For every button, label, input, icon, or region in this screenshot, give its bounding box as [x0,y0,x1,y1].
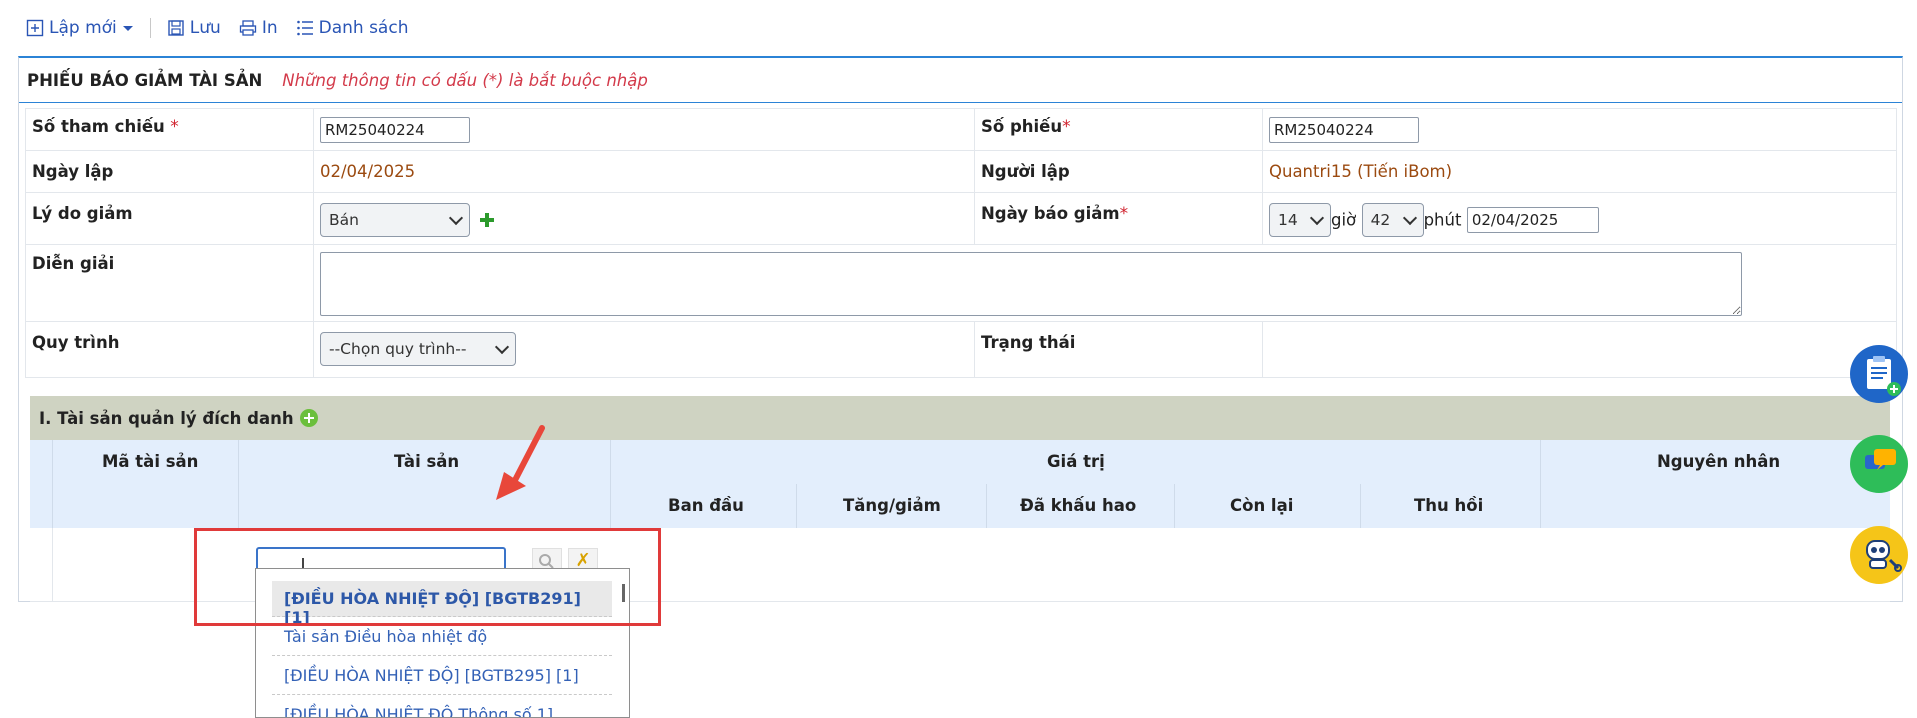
print-label: In [261,18,278,38]
col-asset-code: Mã tài sản [102,452,199,471]
required-mark: * [170,117,179,137]
col-recovered: Thu hồi [1414,496,1484,515]
add-reason-icon[interactable] [479,212,495,228]
annotation-arrow-icon [496,425,545,500]
new-document-fab[interactable] [1850,345,1908,403]
creator-value: Quantri15 (Tiến iBom) [1269,162,1453,181]
section-title: I. Tài sản quản lý đích danh [39,408,294,428]
col-remaining: Còn lại [1230,496,1294,515]
col-divider [238,440,239,528]
created-date-label: Ngày lập [32,162,114,181]
description-label: Diễn giải [32,254,115,273]
hour-value: 14 [1278,211,1298,229]
hour-select[interactable]: 14 [1269,203,1331,237]
save-icon [168,20,184,36]
dropdown-item[interactable]: [ĐIỀU HÒA NHIỆT ĐỘ] [BGTB295] [1] [272,659,612,695]
required-note: Những thông tin có dấu (*) là bắt buộc n… [282,70,648,90]
toolbar: Lập mới Lưu In Danh sách [26,14,426,42]
voucher-input[interactable] [1269,117,1419,143]
list-button[interactable]: Danh sách [296,18,409,38]
ref-label: Số tham chiếu [32,117,165,136]
form-title: PHIẾU BÁO GIẢM TÀI SẢN [27,70,263,90]
caret-down-icon [122,26,133,31]
col-change: Tăng/giảm [843,496,941,515]
required-mark: * [1062,117,1071,137]
list-icon [296,20,313,36]
plus-square-icon [26,19,44,37]
col-value: Giá trị [1047,452,1105,471]
col-reason: Nguyên nhân [1657,452,1781,471]
printer-icon [239,20,256,36]
report-date-input[interactable] [1466,207,1599,233]
reason-select-value: Bán [329,211,359,229]
report-date-label: Ngày báo giảm [981,204,1120,223]
managed-assets-section: I. Tài sản quản lý đích danh [30,396,1890,440]
ref-input[interactable] [320,117,470,143]
col-divider [1540,440,1541,528]
col-divider [52,528,53,602]
save-button[interactable]: Lưu [167,18,221,38]
col-original: Ban đầu [668,496,744,515]
form-header: PHIẾU BÁO GIẢM TÀI SẢN Những thông tin c… [19,58,1902,103]
col-divider [796,484,797,528]
reason-label: Lý do giảm [32,204,133,223]
col-divider [986,484,987,528]
process-select[interactable]: --Chọn quy trình-- [320,332,516,366]
chat-fab[interactable] [1850,435,1908,493]
reason-select[interactable]: Bán [320,203,470,237]
robot-icon [1866,540,1902,572]
col-depreciated: Đã khấu hao [1020,496,1137,515]
dropdown-item[interactable]: [ĐIỀU HÒA NHIỆT ĐỘ Thông số 1] [272,698,612,717]
minute-unit: phút [1423,210,1462,230]
process-label: Quy trình [32,333,120,352]
chat-icon [1865,449,1896,470]
creator-label: Người lập [981,162,1070,181]
voucher-label: Số phiếu [981,117,1063,136]
process-select-value: --Chọn quy trình-- [329,340,467,358]
status-label: Trạng thái [981,333,1076,352]
col-divider [610,440,611,528]
chevron-down-icon [1402,210,1417,226]
toolbar-divider [149,18,151,38]
clipboard-icon [1867,356,1901,396]
chevron-down-icon [1309,210,1325,226]
form-grid: Số tham chiếu * Số phiếu* Ngày lập 02/04… [25,108,1897,378]
description-textarea[interactable] [320,252,1742,316]
chevron-down-icon [448,210,464,226]
chevron-down-icon [494,339,510,355]
minute-value: 42 [1370,211,1391,229]
col-divider [1360,484,1361,528]
print-button[interactable]: In [239,18,278,38]
new-button[interactable]: Lập mới [26,18,134,38]
new-label: Lập mới [49,18,117,38]
hour-unit: giờ [1331,210,1357,230]
support-bot-fab[interactable] [1850,526,1908,584]
add-asset-icon[interactable] [299,409,318,427]
save-label: Lưu [189,18,221,38]
col-divider [52,440,53,528]
created-date-value: 02/04/2025 [320,162,416,181]
col-divider [1174,484,1175,528]
required-mark: * [1119,204,1129,224]
highlight-box [194,528,661,626]
minute-select[interactable]: 42 [1361,203,1424,237]
assets-table-header: Mã tài sản Tài sản Giá trị Nguyên nhân B… [30,440,1890,528]
list-label: Danh sách [318,18,409,38]
col-asset: Tài sản [394,452,460,471]
